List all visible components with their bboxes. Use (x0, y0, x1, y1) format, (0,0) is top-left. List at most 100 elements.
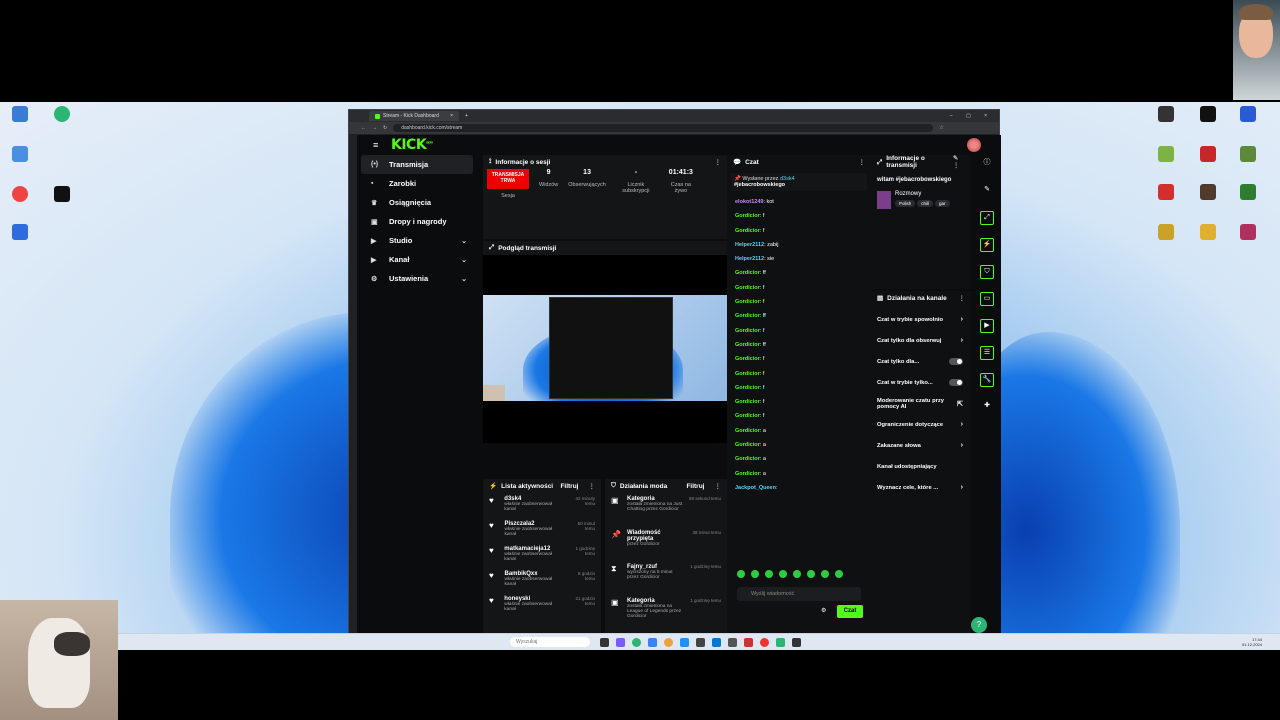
chevron-down-icon[interactable]: ⌄ (461, 256, 467, 264)
desktop-icon[interactable] (1226, 224, 1270, 242)
chat-input[interactable]: Wyślij wiadomość (737, 587, 861, 601)
desktop-icon[interactable] (1226, 106, 1270, 124)
expand-icon[interactable]: ⤢ (489, 244, 494, 252)
desktop-icon[interactable] (1144, 146, 1188, 164)
add-widget-icon[interactable]: ✚ (980, 400, 994, 414)
start-icon[interactable] (494, 638, 503, 647)
sidebar-item[interactable]: (•) Transmisja (361, 155, 473, 174)
taskview-icon[interactable] (600, 637, 609, 647)
chat-username[interactable]: Gordicior (735, 442, 760, 448)
desktop-icon[interactable] (1186, 184, 1230, 202)
chat-username[interactable]: Gordicior (735, 285, 760, 291)
app-icon[interactable] (760, 637, 769, 647)
channel-action-item[interactable]: Czat w trybie spowolnio › (871, 309, 971, 330)
chat-username[interactable]: Gordicior (735, 413, 760, 419)
close-tab-icon[interactable]: × (450, 113, 453, 119)
chat-username[interactable]: Gordicior (735, 328, 760, 334)
toggle-switch[interactable] (949, 358, 963, 365)
app-icon[interactable] (648, 637, 657, 647)
app-icon[interactable] (616, 637, 625, 647)
desktop-icon[interactable] (0, 146, 42, 164)
sidebar-item[interactable]: ⚙ Ustawienia ⌄ (361, 269, 473, 288)
chat-username[interactable]: Helper2112 (735, 256, 764, 262)
info-icon[interactable]: ⓘ (980, 157, 994, 171)
chat-username[interactable]: Gordicior (735, 299, 760, 305)
chat-tool-icon[interactable]: ▭ (980, 292, 994, 306)
chat-username[interactable]: Gordicior (735, 471, 760, 477)
avatar[interactable] (967, 138, 981, 152)
browser-tab[interactable]: Stream - Kick Dashboard × (369, 111, 459, 121)
desktop-icon[interactable] (0, 106, 42, 124)
app-icon[interactable] (632, 637, 641, 647)
stream-tag[interactable]: chill (917, 200, 934, 207)
more-icon[interactable]: ⋮ (959, 294, 966, 302)
stream-tag[interactable]: Polish (895, 200, 916, 207)
desktop-icon[interactable] (0, 224, 42, 242)
emote-bar[interactable] (737, 570, 843, 578)
shield-tool-icon[interactable]: ⛉ (980, 265, 994, 279)
expand-tool-icon[interactable]: ⤢ (980, 211, 994, 225)
channel-action-item[interactable]: Ograniczenie dotyczące › (871, 414, 971, 435)
app-icon[interactable] (680, 637, 689, 647)
stream-tag[interactable]: gar (935, 200, 950, 207)
preview-tool-icon[interactable]: ▶ (980, 319, 994, 333)
app-icon[interactable] (776, 637, 785, 647)
sidebar-item[interactable]: ▪ Zarobki (361, 174, 473, 193)
toggle-switch[interactable] (949, 379, 963, 386)
back-icon[interactable]: ← (361, 125, 366, 131)
chat-username[interactable]: Gordicior (735, 371, 760, 377)
channel-action-item[interactable]: Zakazane słowa › (871, 435, 971, 456)
chat-username[interactable]: elokot1249 (735, 199, 763, 205)
chrome-icon[interactable] (664, 637, 673, 647)
chat-username[interactable]: Gordicior (735, 356, 760, 362)
chat-username[interactable]: Gordicior (735, 456, 760, 462)
reload-icon[interactable]: ↻ (383, 125, 387, 131)
desktop-icon[interactable] (40, 106, 84, 124)
channel-action-item[interactable]: Wyznacz cele, które ... › (871, 477, 971, 498)
desktop-icon[interactable] (1144, 184, 1188, 202)
channel-action-item[interactable]: Moderowanie czatu przy pomocy AI ⇱ (871, 393, 971, 414)
chat-username[interactable]: Gordicior (735, 399, 760, 405)
desktop-icon[interactable] (40, 186, 84, 204)
chat-send-button[interactable]: Czat (837, 605, 863, 618)
bookmark-star-icon[interactable]: ☆ (939, 125, 943, 131)
chat-username[interactable]: Gordicior (735, 342, 760, 348)
desktop-icon[interactable] (1226, 146, 1270, 164)
more-icon[interactable]: ⋮ (589, 482, 596, 490)
desktop-icon[interactable] (1186, 146, 1230, 164)
taskbar-search[interactable]: Wyszukaj (510, 637, 590, 647)
channel-action-item[interactable]: Czat tylko dla... (871, 351, 971, 372)
desktop-icon[interactable] (0, 186, 42, 204)
new-tab-icon[interactable]: + (465, 113, 468, 119)
pinned-message[interactable]: 📌 Wysłane przez d3sk4 #jebacrobowskiego (731, 173, 867, 191)
pen-icon[interactable]: ✎ (980, 184, 994, 198)
chat-username[interactable]: Gordicior (735, 270, 760, 276)
settings-gear-icon[interactable]: ⚙ (821, 607, 826, 614)
chat-username[interactable]: Gordicior (735, 428, 760, 434)
system-clock[interactable]: 17:44 01.12.2024 (1242, 637, 1262, 647)
kick-logo[interactable]: KICKBETA (391, 137, 433, 153)
expand-icon[interactable]: ⤢ (877, 159, 882, 166)
channel-action-item[interactable]: Czat w trybie tylko... (871, 372, 971, 393)
channel-action-item[interactable]: Czat tylko dla obserwuj › (871, 330, 971, 351)
desktop-icon[interactable] (1186, 224, 1230, 242)
chevron-down-icon[interactable]: ⌄ (461, 275, 467, 283)
chat-username[interactable]: Gordicior (735, 313, 760, 319)
chevron-down-icon[interactable]: ⌄ (461, 237, 467, 245)
desktop-icon[interactable] (1144, 224, 1188, 242)
help-icon[interactable]: ? (971, 617, 987, 633)
sidebar-item[interactable]: ▶ Kanał ⌄ (361, 250, 473, 269)
chat-username[interactable]: Gordicior (735, 228, 760, 234)
edit-icon[interactable]: ✎ ⋮ (953, 155, 965, 169)
sidebar-item[interactable]: ▣ Dropy i nagrody (361, 212, 473, 231)
channel-action-item[interactable]: Kanał udostępniający (871, 456, 971, 477)
app-icon[interactable] (728, 637, 737, 647)
desktop-icon[interactable] (1186, 106, 1230, 124)
menu-icon[interactable]: ≡ (373, 140, 378, 150)
more-icon[interactable]: ⋮ (715, 482, 722, 490)
chat-username[interactable]: Jackpot_Queen (735, 485, 776, 491)
wrench-tool-icon[interactable]: 🔧 (980, 373, 994, 387)
preview-video[interactable] (483, 295, 727, 401)
forward-icon[interactable]: → (372, 125, 377, 131)
window-controls[interactable]: – ▢ × (950, 113, 993, 119)
